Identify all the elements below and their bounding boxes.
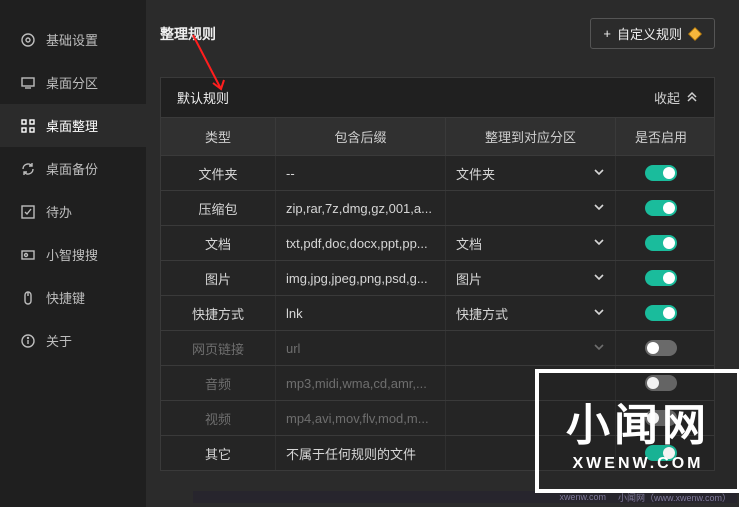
enable-toggle[interactable] [645, 200, 677, 216]
cell-enabled [616, 331, 706, 365]
cell-type: 其它 [161, 436, 276, 470]
main-content: 整理规则 + 自定义规则 默认规则 收起 类型 包含后缀 整理到对应分区 是否启… [146, 0, 739, 507]
section-header: 整理规则 + 自定义规则 [160, 18, 715, 49]
sidebar-item-5[interactable]: 小智搜搜 [0, 233, 146, 276]
sidebar-item-label: 桌面分区 [46, 73, 98, 92]
col-target: 整理到对应分区 [446, 118, 616, 155]
cell-type: 视频 [161, 401, 276, 435]
table-row: 压缩包zip,rar,7z,dmg,gz,001,a... [161, 190, 714, 225]
sidebar-item-label: 待办 [46, 202, 72, 221]
enable-toggle[interactable] [645, 340, 677, 356]
cell-enabled [616, 191, 706, 225]
monitor-icon [20, 75, 36, 91]
mouse-icon [20, 290, 36, 306]
sidebar-item-4[interactable]: 待办 [0, 190, 146, 233]
enable-toggle[interactable] [645, 305, 677, 321]
target-dropdown[interactable] [446, 331, 616, 365]
cell-suffix: mp4,avi,mov,flv,mod,m... [276, 401, 446, 435]
col-type: 类型 [161, 118, 276, 155]
cell-suffix: mp3,midi,wma,cd,amr,... [276, 366, 446, 400]
cell-enabled [616, 156, 706, 190]
plus-icon: + [603, 26, 611, 41]
sidebar-item-label: 基础设置 [46, 30, 98, 49]
target-dropdown[interactable]: 文档 [446, 226, 616, 260]
table-row: 网页链接url [161, 330, 714, 365]
checkbox-icon [20, 204, 36, 220]
refresh-icon [20, 161, 36, 177]
sidebar-item-label: 快捷键 [46, 288, 85, 307]
watermark-box: 小闻网 XWENW.COM [535, 369, 739, 493]
target-dropdown[interactable] [446, 191, 616, 225]
enable-toggle[interactable] [645, 270, 677, 286]
chevron-down-icon [593, 306, 605, 321]
cell-type: 网页链接 [161, 331, 276, 365]
chevron-down-icon [593, 341, 605, 356]
info-icon [20, 333, 36, 349]
cell-suffix: zip,rar,7z,dmg,gz,001,a... [276, 191, 446, 225]
watermark-sub: XWENW.COM [573, 455, 704, 473]
enable-toggle[interactable] [645, 165, 677, 181]
cell-type: 文档 [161, 226, 276, 260]
sidebar-item-7[interactable]: 关于 [0, 319, 146, 362]
cell-type: 音频 [161, 366, 276, 400]
gear-outline-icon [20, 32, 36, 48]
section-title: 整理规则 [160, 24, 216, 44]
col-suffix: 包含后缀 [276, 118, 446, 155]
chevron-down-icon [593, 271, 605, 286]
table-row: 图片img,jpg,jpeg,png,psd,g...图片 [161, 260, 714, 295]
table-row: 文档txt,pdf,doc,docx,ppt,pp...文档 [161, 225, 714, 260]
watermark-big: 小闻网 [566, 389, 710, 453]
cell-enabled [616, 261, 706, 295]
cell-suffix: -- [276, 156, 446, 190]
cell-enabled [616, 296, 706, 330]
cell-type: 图片 [161, 261, 276, 295]
search-box-icon [20, 247, 36, 263]
target-dropdown[interactable]: 图片 [446, 261, 616, 295]
table-row: 快捷方式lnk快捷方式 [161, 295, 714, 330]
enable-toggle[interactable] [645, 235, 677, 251]
panel-title: 默认规则 [177, 88, 229, 107]
custom-rule-label: 自定义规则 [617, 24, 682, 43]
sidebar-item-label: 桌面备份 [46, 159, 98, 178]
collapse-button[interactable]: 收起 [654, 88, 698, 107]
sidebar-item-label: 桌面整理 [46, 116, 98, 135]
target-value: 文档 [456, 234, 482, 253]
sidebar-item-2[interactable]: 桌面整理 [0, 104, 146, 147]
watermark-bar-left: xwenw.com [559, 492, 606, 502]
custom-rule-button[interactable]: + 自定义规则 [590, 18, 715, 49]
sidebar-item-3[interactable]: 桌面备份 [0, 147, 146, 190]
cell-type: 文件夹 [161, 156, 276, 190]
sidebar-item-1[interactable]: 桌面分区 [0, 61, 146, 104]
sidebar-item-label: 关于 [46, 331, 72, 350]
target-dropdown[interactable]: 文件夹 [446, 156, 616, 190]
sidebar: 基础设置桌面分区桌面整理桌面备份待办小智搜搜快捷键关于 [0, 0, 146, 507]
cell-suffix: img,jpg,jpeg,png,psd,g... [276, 261, 446, 295]
sidebar-item-6[interactable]: 快捷键 [0, 276, 146, 319]
panel-header: 默认规则 收起 [161, 78, 714, 117]
target-value: 快捷方式 [456, 304, 508, 323]
cell-type: 压缩包 [161, 191, 276, 225]
chevron-down-icon [593, 236, 605, 251]
collapse-label: 收起 [654, 88, 680, 107]
sidebar-item-0[interactable]: 基础设置 [0, 18, 146, 61]
double-chevron-up-icon [686, 90, 698, 105]
target-dropdown[interactable]: 快捷方式 [446, 296, 616, 330]
vip-diamond-icon [688, 27, 702, 41]
grid-icon [20, 118, 36, 134]
col-enabled: 是否启用 [616, 118, 706, 155]
cell-suffix: lnk [276, 296, 446, 330]
cell-enabled [616, 226, 706, 260]
cell-type: 快捷方式 [161, 296, 276, 330]
cell-suffix: 不属于任何规则的文件 [276, 436, 446, 470]
sidebar-item-label: 小智搜搜 [46, 245, 98, 264]
target-value: 文件夹 [456, 164, 495, 183]
table-header: 类型 包含后缀 整理到对应分区 是否启用 [161, 117, 714, 155]
target-value: 图片 [456, 269, 482, 288]
cell-suffix: url [276, 331, 446, 365]
chevron-down-icon [593, 166, 605, 181]
cell-suffix: txt,pdf,doc,docx,ppt,pp... [276, 226, 446, 260]
table-row: 文件夹--文件夹 [161, 155, 714, 190]
chevron-down-icon [593, 201, 605, 216]
